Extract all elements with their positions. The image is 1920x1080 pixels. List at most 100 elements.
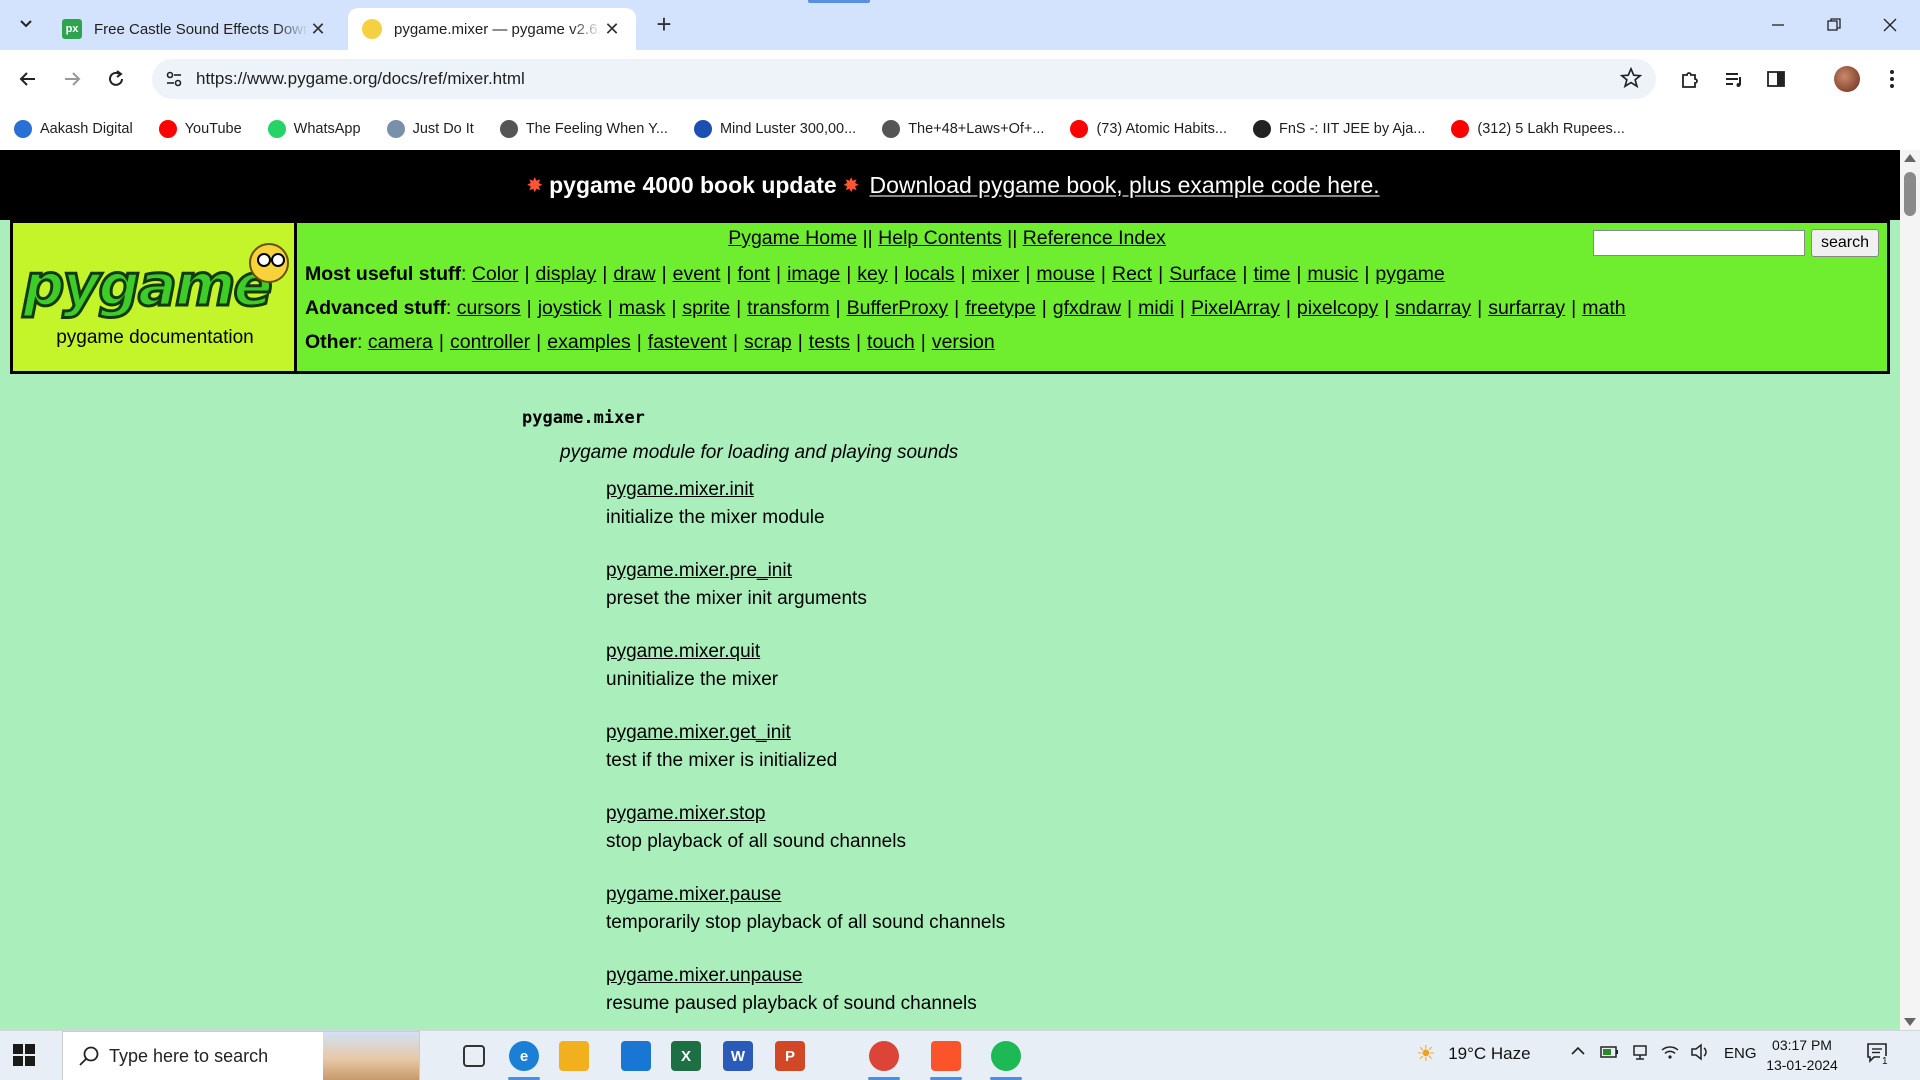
taskbar-app-edge[interactable]: e [498, 1036, 550, 1080]
nav-link-tests[interactable]: tests [809, 331, 850, 353]
bookmark-item[interactable]: (312) 5 Lakh Rupees... [1451, 120, 1625, 138]
nav-link-scrap[interactable]: scrap [744, 331, 792, 353]
tab-close-icon[interactable]: ✕ [602, 19, 622, 40]
nav-link-image[interactable]: image [787, 263, 840, 285]
nav-link-pixelarray[interactable]: PixelArray [1191, 297, 1280, 319]
bookmark-item[interactable]: (73) Atomic Habits... [1070, 120, 1227, 138]
bookmark-item[interactable]: WhatsApp [267, 120, 361, 138]
bookmark-item[interactable]: Just Do It [386, 120, 474, 138]
function-link[interactable]: pygame.mixer.init [606, 478, 1005, 502]
nav-link-pixelcopy[interactable]: pixelcopy [1297, 297, 1378, 319]
notification-center-button[interactable]: 1 [1866, 1042, 1890, 1069]
nav-link-transform[interactable]: transform [747, 297, 829, 319]
nav-link-display[interactable]: display [536, 263, 597, 285]
nav-link-touch[interactable]: touch [867, 331, 915, 353]
nav-link-surfarray[interactable]: surfarray [1488, 297, 1565, 319]
bookmark-item[interactable]: Aakash Digital [14, 120, 133, 138]
page-scrollbar[interactable] [1900, 150, 1920, 1030]
taskbar-app-mail[interactable] [610, 1036, 662, 1076]
function-link[interactable]: pygame.mixer.get_init [606, 721, 1005, 745]
nav-link-controller[interactable]: controller [450, 331, 530, 353]
wifi-icon[interactable] [1660, 1043, 1680, 1066]
nav-link-pygame[interactable]: pygame [1375, 263, 1444, 285]
nav-link-time[interactable]: time [1253, 263, 1290, 285]
nav-link-math[interactable]: math [1582, 297, 1625, 319]
bookmark-item[interactable]: YouTube [158, 120, 242, 138]
nav-link-color[interactable]: Color [472, 263, 519, 285]
nav-link-examples[interactable]: examples [547, 331, 630, 353]
docs-search-input[interactable] [1593, 230, 1805, 256]
media-controls-button[interactable] [1720, 65, 1748, 93]
nav-link-gfxdraw[interactable]: gfxdraw [1053, 297, 1121, 319]
weather-widget[interactable]: ☀ 19°C Haze [1416, 1041, 1531, 1067]
taskbar-app-spotify[interactable] [980, 1036, 1032, 1080]
new-tab-button[interactable]: + [650, 11, 678, 39]
bookmark-item[interactable]: Mind Luster 300,00... [693, 120, 856, 138]
pygame-logo[interactable]: pygame [22, 250, 275, 321]
nav-link-font[interactable]: font [737, 263, 770, 285]
tab-close-icon[interactable]: ✕ [308, 19, 328, 40]
bookmark-item[interactable]: The Feeling When Y... [499, 120, 668, 138]
site-info-button[interactable] [160, 65, 188, 93]
nav-link-draw[interactable]: draw [613, 263, 655, 285]
nav-link-midi[interactable]: midi [1138, 297, 1174, 319]
reference-index-link[interactable]: Reference Index [1023, 227, 1166, 249]
scroll-thumb[interactable] [1904, 172, 1916, 216]
back-button[interactable] [12, 63, 44, 95]
nav-link-surface[interactable]: Surface [1169, 263, 1236, 285]
bookmark-star-button[interactable] [1619, 66, 1643, 94]
nav-link-mask[interactable]: mask [619, 297, 666, 319]
pygame-home-link[interactable]: Pygame Home [728, 227, 857, 249]
search-button[interactable]: search [1811, 229, 1879, 257]
nav-link-cursors[interactable]: cursors [457, 297, 521, 319]
nav-link-camera[interactable]: camera [368, 331, 433, 353]
tab-castle-sounds[interactable]: px Free Castle Sound Effects Down ✕ [48, 8, 342, 50]
taskbar-app-file-explorer[interactable] [548, 1036, 600, 1076]
battery-icon[interactable] [1600, 1043, 1620, 1066]
profile-avatar-button[interactable] [1833, 65, 1861, 93]
nav-link-sndarray[interactable]: sndarray [1395, 297, 1471, 319]
system-clock[interactable]: 03:17 PM 13-01-2024 [1762, 1035, 1842, 1075]
nav-link-event[interactable]: event [673, 263, 721, 285]
start-button[interactable] [12, 1043, 36, 1072]
scroll-down-arrow-icon[interactable] [1904, 1018, 1916, 1026]
tab-search-button[interactable] [12, 10, 40, 38]
forward-button[interactable] [56, 63, 88, 95]
minimize-button[interactable] [1750, 0, 1806, 50]
nav-link-bufferproxy[interactable]: BufferProxy [847, 297, 949, 319]
help-contents-link[interactable]: Help Contents [878, 227, 1002, 249]
taskbar-app-chrome[interactable] [858, 1036, 910, 1080]
nav-link-freetype[interactable]: freetype [965, 297, 1035, 319]
nav-link-rect[interactable]: Rect [1112, 263, 1152, 285]
function-link[interactable]: pygame.mixer.pre_init [606, 559, 1005, 583]
extensions-button[interactable] [1676, 65, 1704, 93]
nav-link-version[interactable]: version [932, 331, 995, 353]
show-hidden-icons-button[interactable] [1570, 1043, 1586, 1064]
volume-icon[interactable] [1690, 1043, 1710, 1066]
nav-link-mixer[interactable]: mixer [972, 263, 1020, 285]
taskbar-app-task-view[interactable] [448, 1036, 500, 1076]
tab-pygame-mixer[interactable]: pygame.mixer — pygame v2.6.0 ✕ [348, 8, 636, 50]
bookmark-item[interactable]: FnS -: IIT JEE by Aja... [1252, 120, 1425, 138]
scroll-up-arrow-icon[interactable] [1904, 154, 1916, 162]
taskbar-search-box[interactable]: Type here to search [62, 1031, 420, 1080]
function-link[interactable]: pygame.mixer.unpause [606, 964, 1005, 988]
nav-link-fastevent[interactable]: fastevent [648, 331, 727, 353]
nav-link-sprite[interactable]: sprite [682, 297, 730, 319]
bookmark-item[interactable]: The+48+Laws+Of+... [882, 120, 1044, 138]
function-link[interactable]: pygame.mixer.pause [606, 883, 1005, 907]
function-link[interactable]: pygame.mixer.stop [606, 802, 1005, 826]
nav-link-music[interactable]: music [1307, 263, 1358, 285]
nav-link-locals[interactable]: locals [905, 263, 955, 285]
reload-button[interactable] [100, 63, 132, 95]
close-window-button[interactable] [1862, 0, 1918, 50]
banner-download-link[interactable]: Download pygame book, plus example code … [869, 172, 1379, 199]
restore-button[interactable] [1806, 0, 1862, 50]
nav-link-mouse[interactable]: mouse [1036, 263, 1095, 285]
taskbar-app-powerpoint[interactable]: P [764, 1036, 816, 1076]
function-link[interactable]: pygame.mixer.quit [606, 640, 1005, 664]
language-indicator[interactable]: ENG [1724, 1045, 1757, 1062]
nav-link-joystick[interactable]: joystick [538, 297, 602, 319]
url-text[interactable]: https://www.pygame.org/docs/ref/mixer.ht… [196, 69, 525, 89]
taskbar-app-excel[interactable]: X [660, 1036, 712, 1076]
